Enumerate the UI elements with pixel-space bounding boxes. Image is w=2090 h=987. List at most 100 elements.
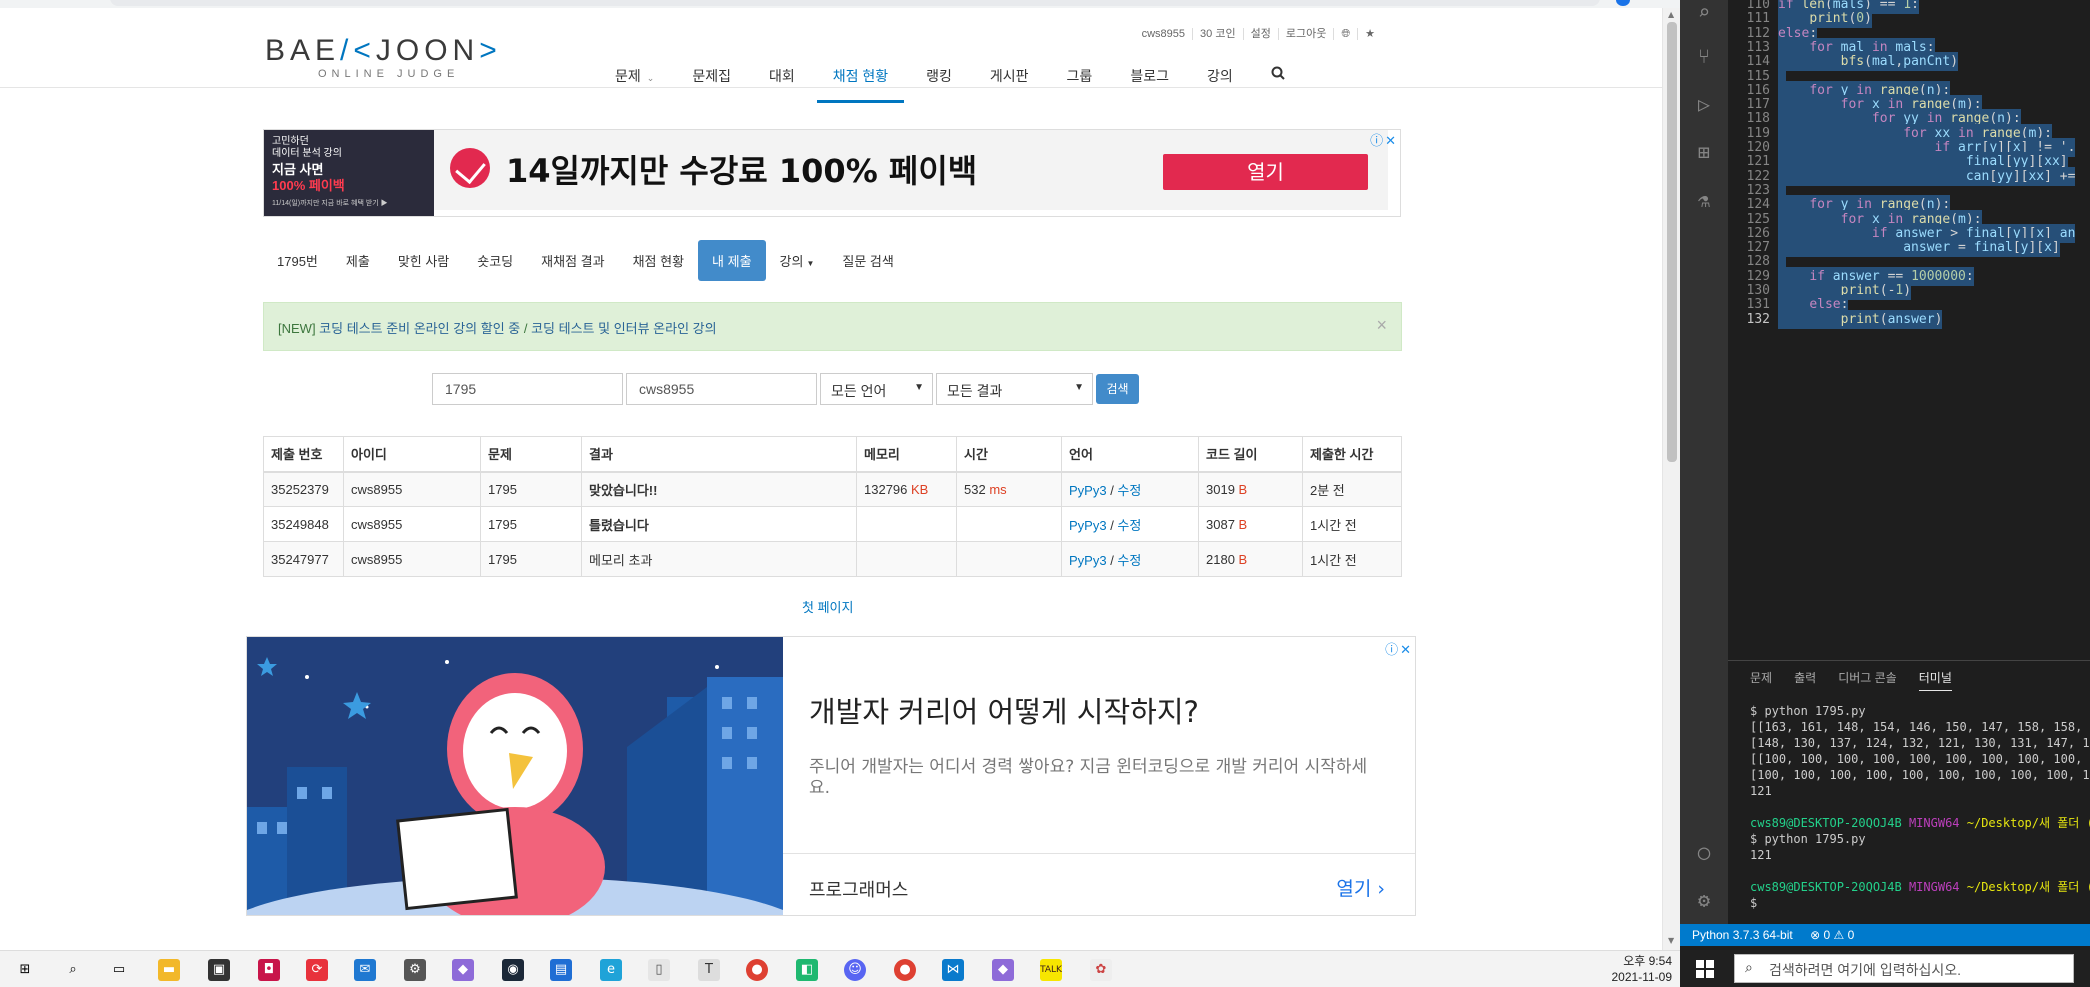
nav-lecture[interactable]: 강의: [1191, 60, 1249, 103]
problems-status[interactable]: ⊗ 0 ⚠ 0: [1810, 928, 1854, 942]
windows-start-icon[interactable]: ⊞: [14, 959, 36, 981]
app-green-icon[interactable]: ◧: [796, 959, 818, 981]
kakaotalk-icon[interactable]: TALK: [1040, 959, 1062, 981]
text-app-icon[interactable]: T: [698, 959, 720, 981]
tab-output[interactable]: 출력: [1794, 669, 1816, 691]
profile-icon[interactable]: [1616, 0, 1630, 6]
display-ad[interactable]: 개발자 커리어 어떻게 시작하지? 주니어 개발자는 어디서 경력 쌓아요? 지…: [246, 636, 1416, 916]
subnav-question-search[interactable]: 질문 검색: [828, 240, 907, 281]
subnav-lecture[interactable]: 강의 ▼: [766, 240, 829, 281]
first-page-link[interactable]: 첫 페이지: [802, 597, 853, 616]
adchoices-icon[interactable]: ⓘ✕: [1370, 130, 1398, 149]
taskbar-search-box[interactable]: ⌕ 검색하려면 여기에 입력하십시오.: [1734, 954, 2074, 983]
display-ad-open-link[interactable]: 열기 ›: [1336, 874, 1385, 901]
chrome-icon[interactable]: ●: [894, 959, 916, 981]
source-control-icon[interactable]: ⑂: [1692, 44, 1716, 68]
user-menu-logout[interactable]: 로그아웃: [1279, 28, 1335, 40]
search-button[interactable]: 검색: [1096, 374, 1139, 404]
search-icon[interactable]: ⌕: [1692, 0, 1716, 24]
code-line[interactable]: 132 print(answer): [1728, 309, 2090, 329]
nav-status[interactable]: 채점 현황: [816, 60, 905, 103]
adchoices-icon[interactable]: ⓘ✕: [1385, 639, 1413, 658]
user-link[interactable]: cws8955: [343, 471, 481, 507]
sourcetree-icon[interactable]: ◆: [992, 959, 1014, 981]
tab-problems[interactable]: 문제: [1750, 669, 1772, 691]
close-icon[interactable]: ×: [1376, 315, 1387, 336]
subnav-my-submissions[interactable]: 내 제출: [698, 240, 766, 281]
scroll-up-arrow-icon[interactable]: ▲: [1668, 10, 1674, 19]
subnav-shortcoding[interactable]: 숏코딩: [463, 240, 527, 281]
subnav-status[interactable]: 채점 현황: [619, 240, 698, 281]
vscode-icon[interactable]: ⋈: [942, 959, 964, 981]
alert-link-course-sale[interactable]: 코딩 테스트 준비 온라인 강의 할인 중: [319, 321, 520, 336]
problem-link[interactable]: 1795: [480, 541, 582, 577]
chrome-icon[interactable]: ●: [746, 959, 768, 981]
subnav-submit[interactable]: 제출: [332, 240, 384, 281]
book-icon[interactable]: ▤: [550, 959, 572, 981]
submitted-time-link[interactable]: 1시간 전: [1302, 541, 1402, 577]
file-icon[interactable]: ▯: [648, 959, 670, 981]
nav-blog[interactable]: 블로그: [1114, 60, 1185, 103]
sync-icon[interactable]: ⟳: [306, 959, 328, 981]
app-icon[interactable]: ✿: [1090, 959, 1112, 981]
nav-problems[interactable]: 문제 ⌄: [599, 60, 670, 103]
terminal-output[interactable]: $ python 1795.py [[163, 161, 148, 154, 14…: [1750, 703, 2090, 911]
windows-start-icon[interactable]: [1696, 960, 1714, 978]
edit-link[interactable]: 수정: [1117, 483, 1141, 498]
settings-app-icon[interactable]: ⚙: [404, 959, 426, 981]
search-icon[interactable]: [1255, 60, 1301, 103]
subnav-problem[interactable]: 1795번: [263, 240, 332, 281]
app-icon[interactable]: ◘: [258, 959, 280, 981]
nav-ranking[interactable]: 랭킹: [910, 60, 968, 103]
nav-group[interactable]: 그룹: [1051, 60, 1109, 103]
run-debug-icon[interactable]: ▷: [1692, 92, 1716, 116]
browser-scrollbar[interactable]: ▲ ▼: [1662, 8, 1680, 950]
site-logo[interactable]: BAE/<JOON>: [265, 34, 502, 68]
mail-icon[interactable]: ✉: [354, 959, 376, 981]
scroll-down-arrow-icon[interactable]: ▼: [1668, 936, 1674, 945]
gear-icon[interactable]: ⚙: [1692, 888, 1716, 912]
tab-debug-console[interactable]: 디버그 콘솔: [1838, 669, 1897, 691]
nav-contest[interactable]: 대회: [753, 60, 811, 103]
user-menu-settings[interactable]: 설정: [1244, 28, 1279, 40]
subnav-rejudge[interactable]: 재채점 결과: [527, 240, 618, 281]
extensions-icon[interactable]: ⊞: [1692, 140, 1716, 164]
steam-icon[interactable]: ◉: [502, 959, 524, 981]
search-icon[interactable]: ⌕: [62, 959, 84, 981]
user-menu-coins[interactable]: 30 코인: [1193, 28, 1244, 40]
submitted-time-link[interactable]: 1시간 전: [1302, 506, 1402, 542]
edit-link[interactable]: 수정: [1117, 518, 1141, 533]
language-link[interactable]: PyPy3: [1069, 518, 1107, 533]
user-link[interactable]: cws8955: [343, 506, 481, 542]
nav-board[interactable]: 게시판: [974, 60, 1045, 103]
result-select[interactable]: 모든 결과 ▼: [936, 373, 1093, 405]
account-icon[interactable]: ◯: [1692, 840, 1716, 864]
edit-link[interactable]: 수정: [1117, 553, 1141, 568]
user-link[interactable]: cws8955: [343, 541, 481, 577]
alert-link-interview-course[interactable]: 코딩 테스트 및 인터뷰 온라인 강의: [531, 321, 717, 336]
tab-terminal[interactable]: 터미널: [1918, 669, 1952, 691]
star-icon[interactable]: ★: [1358, 28, 1382, 40]
python-interpreter-status[interactable]: Python 3.7.3 64-bit: [1692, 928, 1793, 942]
system-clock[interactable]: 오후 9:54 2021-11-09: [1600, 953, 1673, 985]
banner-ad-open-button[interactable]: 열기: [1163, 154, 1368, 190]
problem-link[interactable]: 1795: [480, 506, 582, 542]
user-id-input[interactable]: cws8955: [626, 373, 817, 405]
problem-link[interactable]: 1795: [480, 471, 582, 507]
scrollbar-thumb[interactable]: [1667, 22, 1677, 462]
edge-icon[interactable]: e: [600, 959, 622, 981]
task-view-icon[interactable]: ▭: [108, 959, 130, 981]
testing-icon[interactable]: ⚗: [1692, 188, 1716, 212]
store-icon[interactable]: ▣: [208, 959, 230, 981]
sourcetree-icon[interactable]: ◆: [452, 959, 474, 981]
submitted-time-link[interactable]: 2분 전: [1302, 471, 1402, 507]
subnav-solved-users[interactable]: 맞힌 사람: [384, 240, 463, 281]
language-select[interactable]: 모든 언어 ▼: [820, 373, 933, 405]
file-explorer-icon[interactable]: ▬: [158, 959, 180, 981]
nav-workbook[interactable]: 문제집: [676, 60, 747, 103]
user-menu-username[interactable]: cws8955: [1135, 28, 1194, 40]
discord-icon[interactable]: ☺: [844, 959, 866, 981]
language-link[interactable]: PyPy3: [1069, 483, 1107, 498]
language-link[interactable]: PyPy3: [1069, 553, 1107, 568]
globe-icon[interactable]: 🌐︎: [1334, 28, 1359, 40]
